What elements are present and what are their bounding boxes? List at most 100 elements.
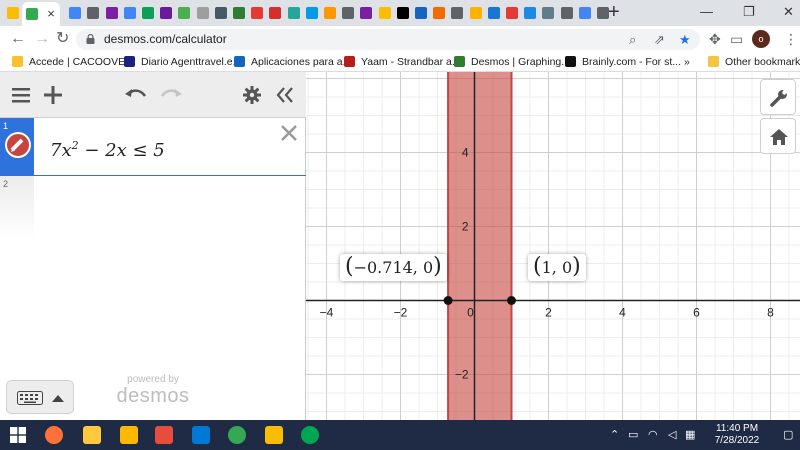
browser-tab[interactable] [394,4,410,20]
graph-settings-button[interactable] [760,79,796,115]
calculator-icon[interactable] [192,426,210,444]
folder-icon [708,56,719,67]
bookmark-favicon-icon [454,56,465,67]
tab-favicon-icon [87,7,100,19]
browser-tab[interactable] [321,4,337,20]
browser-tab[interactable] [139,4,155,20]
browser-tab[interactable] [576,4,592,20]
sidebar-icon[interactable]: ▭ [730,31,743,47]
library-app-icon[interactable] [265,426,283,444]
other-bookmarks-folder[interactable]: Other bookmarks [708,55,800,69]
tray-overflow-icon[interactable]: ⌃ [610,428,619,442]
browser-tab[interactable] [303,4,319,20]
color-toggle-icon[interactable] [5,132,31,158]
new-tab-button[interactable]: + [608,2,620,22]
delete-expression-icon[interactable] [280,124,298,142]
browser-tab[interactable] [558,4,574,20]
keyboard-language-icon[interactable]: ▦ [685,428,695,442]
bookmark-favicon-icon [344,56,355,67]
profile-avatar[interactable]: o [752,30,770,48]
browser-tab[interactable] [266,4,282,20]
browser-tab[interactable] [157,4,173,20]
expression-row-1[interactable]: 1 7x2 − 2x ≤ 5 [0,118,306,176]
browser-tab[interactable] [175,4,191,20]
browser-tab[interactable] [521,4,537,20]
browser-tab[interactable] [357,4,373,20]
tab-favicon-icon [105,7,118,19]
browser-tab[interactable] [66,4,82,20]
browser-tab[interactable] [230,4,246,20]
minimize-button[interactable]: — [700,4,713,20]
reload-icon[interactable]: ↻ [56,31,69,47]
bookmark-item[interactable]: Desmos | Graphing... [454,55,570,69]
browser-tab[interactable] [248,4,264,20]
volume-icon[interactable]: ◁ [668,428,676,442]
bookmark-item[interactable]: Aplicaciones para a... [234,55,351,69]
browser-tab[interactable] [194,4,210,20]
back-icon[interactable]: ← [10,31,26,47]
expression-row-2[interactable]: 2 [0,176,306,240]
search-icon[interactable]: ⌕ [629,33,636,47]
bookmark-star-icon[interactable]: ★ [679,33,691,47]
x-tick-label: 4 [619,306,626,320]
windows-start-icon[interactable] [10,427,26,443]
firefox-icon[interactable] [45,426,63,444]
share-icon[interactable]: ⇗ [654,33,665,47]
redo-icon[interactable] [160,87,182,103]
chrome-icon[interactable] [228,426,246,444]
paint-icon[interactable] [155,426,173,444]
hamburger-menu-icon[interactable] [12,88,30,103]
url-input[interactable]: desmos.com/calculator ⌕ ⇗ ★ [76,29,700,50]
bookmark-item[interactable]: Diario Agenttravel.e... [124,55,241,69]
bookmark-item[interactable]: Brainly.com - For st... [565,55,681,69]
upwork-icon[interactable] [301,426,319,444]
home-icon [770,129,788,145]
undo-icon[interactable] [125,87,147,103]
browser-tab[interactable] [285,4,301,20]
collapse-panel-icon[interactable] [276,87,294,103]
keypad-toggle-button[interactable] [6,380,74,414]
browser-tab[interactable] [103,4,119,20]
expression-input[interactable]: 7x2 − 2x ≤ 5 [50,134,165,163]
browser-tab[interactable] [448,4,464,20]
restore-button[interactable]: ❐ [743,4,755,20]
browser-tab[interactable] [503,4,519,20]
notification-icon[interactable]: ▢ [783,428,793,442]
graph-canvas[interactable]: −4 −2 0 2 4 6 8 4 2 −2 [306,72,800,420]
browser-tab[interactable] [376,4,392,20]
bookmark-item[interactable]: Accede | CACOOVE... [12,55,134,69]
close-window-button[interactable]: ✕ [783,4,794,20]
bookmarks-overflow-button[interactable]: » [684,55,690,69]
bookmark-item[interactable]: Yaam - Strandbar a... [344,55,461,69]
intersection-point[interactable] [443,296,453,305]
close-tab-icon[interactable]: × [47,6,55,22]
pencil-icon [10,138,24,152]
point-label[interactable]: (1, 0) [528,254,586,281]
add-item-icon[interactable] [44,86,62,104]
default-viewport-button[interactable] [760,118,796,154]
file-explorer-icon[interactable] [120,426,138,444]
intersection-point[interactable] [507,296,516,305]
browser-tab[interactable] [539,4,555,20]
extensions-icon[interactable]: ✥ [709,31,721,47]
browser-tab[interactable] [4,4,20,20]
settings-gear-icon[interactable] [243,86,261,104]
browser-tab[interactable] [412,4,428,20]
browser-tab[interactable] [467,4,483,20]
battery-icon[interactable]: ▭ [628,428,638,442]
browser-tab[interactable] [430,4,446,20]
browser-tab[interactable] [84,4,100,20]
browser-tab[interactable] [212,4,228,20]
system-clock[interactable]: 11:40 PM 7/28/2022 [700,423,774,447]
x-tick-label: 8 [767,306,774,320]
graph-paper[interactable]: −4 −2 0 2 4 6 8 4 2 −2 (−0.714, 0) (1, 0) [306,72,800,420]
network-icon[interactable]: ◠ [648,428,658,442]
point-label[interactable]: (−0.714, 0) [340,254,447,281]
browser-tab[interactable] [121,4,137,20]
menu-icon[interactable]: ⋮ [784,31,798,47]
browser-tab[interactable] [485,4,501,20]
forward-icon[interactable]: → [34,31,50,47]
active-browser-tab[interactable]: × [22,2,61,26]
media-player-icon[interactable] [83,426,101,444]
browser-tab[interactable] [339,4,355,20]
